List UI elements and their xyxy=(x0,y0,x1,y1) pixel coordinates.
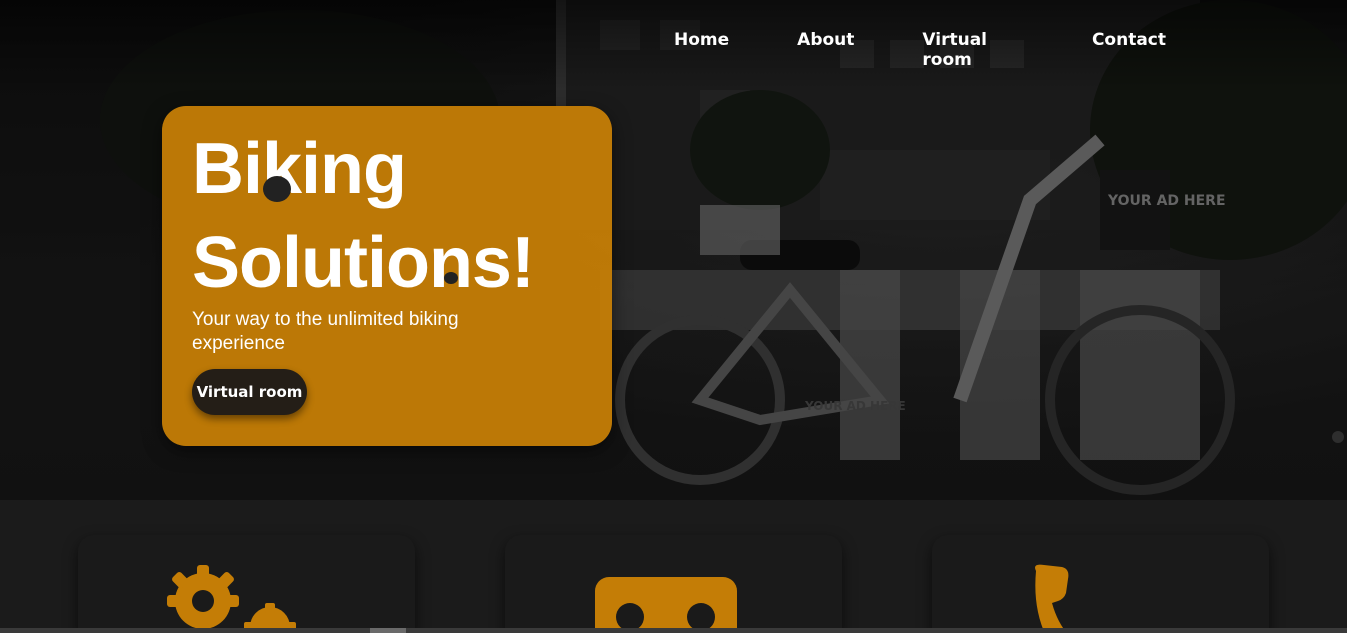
nav-virtual-room-link[interactable]: Virtual room xyxy=(888,30,1058,70)
nav-contact-link[interactable]: Contact xyxy=(1058,30,1200,56)
hero-subtitle: Your way to the unlimited biking experie… xyxy=(192,309,459,354)
carousel-dot[interactable] xyxy=(1332,431,1344,443)
nav-home-link[interactable]: Home xyxy=(640,30,763,56)
title-decoration-dot-small xyxy=(444,272,458,284)
hero-title-line-1: Biking xyxy=(192,129,407,209)
main-nav: Home About Virtual room Contact xyxy=(640,30,1200,70)
title-decoration-dot xyxy=(263,176,291,202)
scrollbar-thumb[interactable] xyxy=(370,628,406,633)
vr-headset-icon xyxy=(595,577,737,633)
gears-icon xyxy=(167,565,296,633)
feature-card-contact[interactable] xyxy=(932,535,1269,633)
hero-card: Biking Solutions! Your way to the unlimi… xyxy=(162,106,612,446)
phone-icon xyxy=(1035,564,1069,633)
nav-about-link[interactable]: About xyxy=(763,30,888,56)
virtual-room-button[interactable]: Virtual room xyxy=(192,369,307,415)
feature-card-virtual-room[interactable] xyxy=(505,535,842,633)
feature-card-services[interactable] xyxy=(78,535,415,633)
hero-title-line-2: Solutions! xyxy=(192,223,535,303)
horizontal-scrollbar[interactable] xyxy=(0,628,1347,633)
hero-title: Biking Solutions! xyxy=(192,122,592,310)
